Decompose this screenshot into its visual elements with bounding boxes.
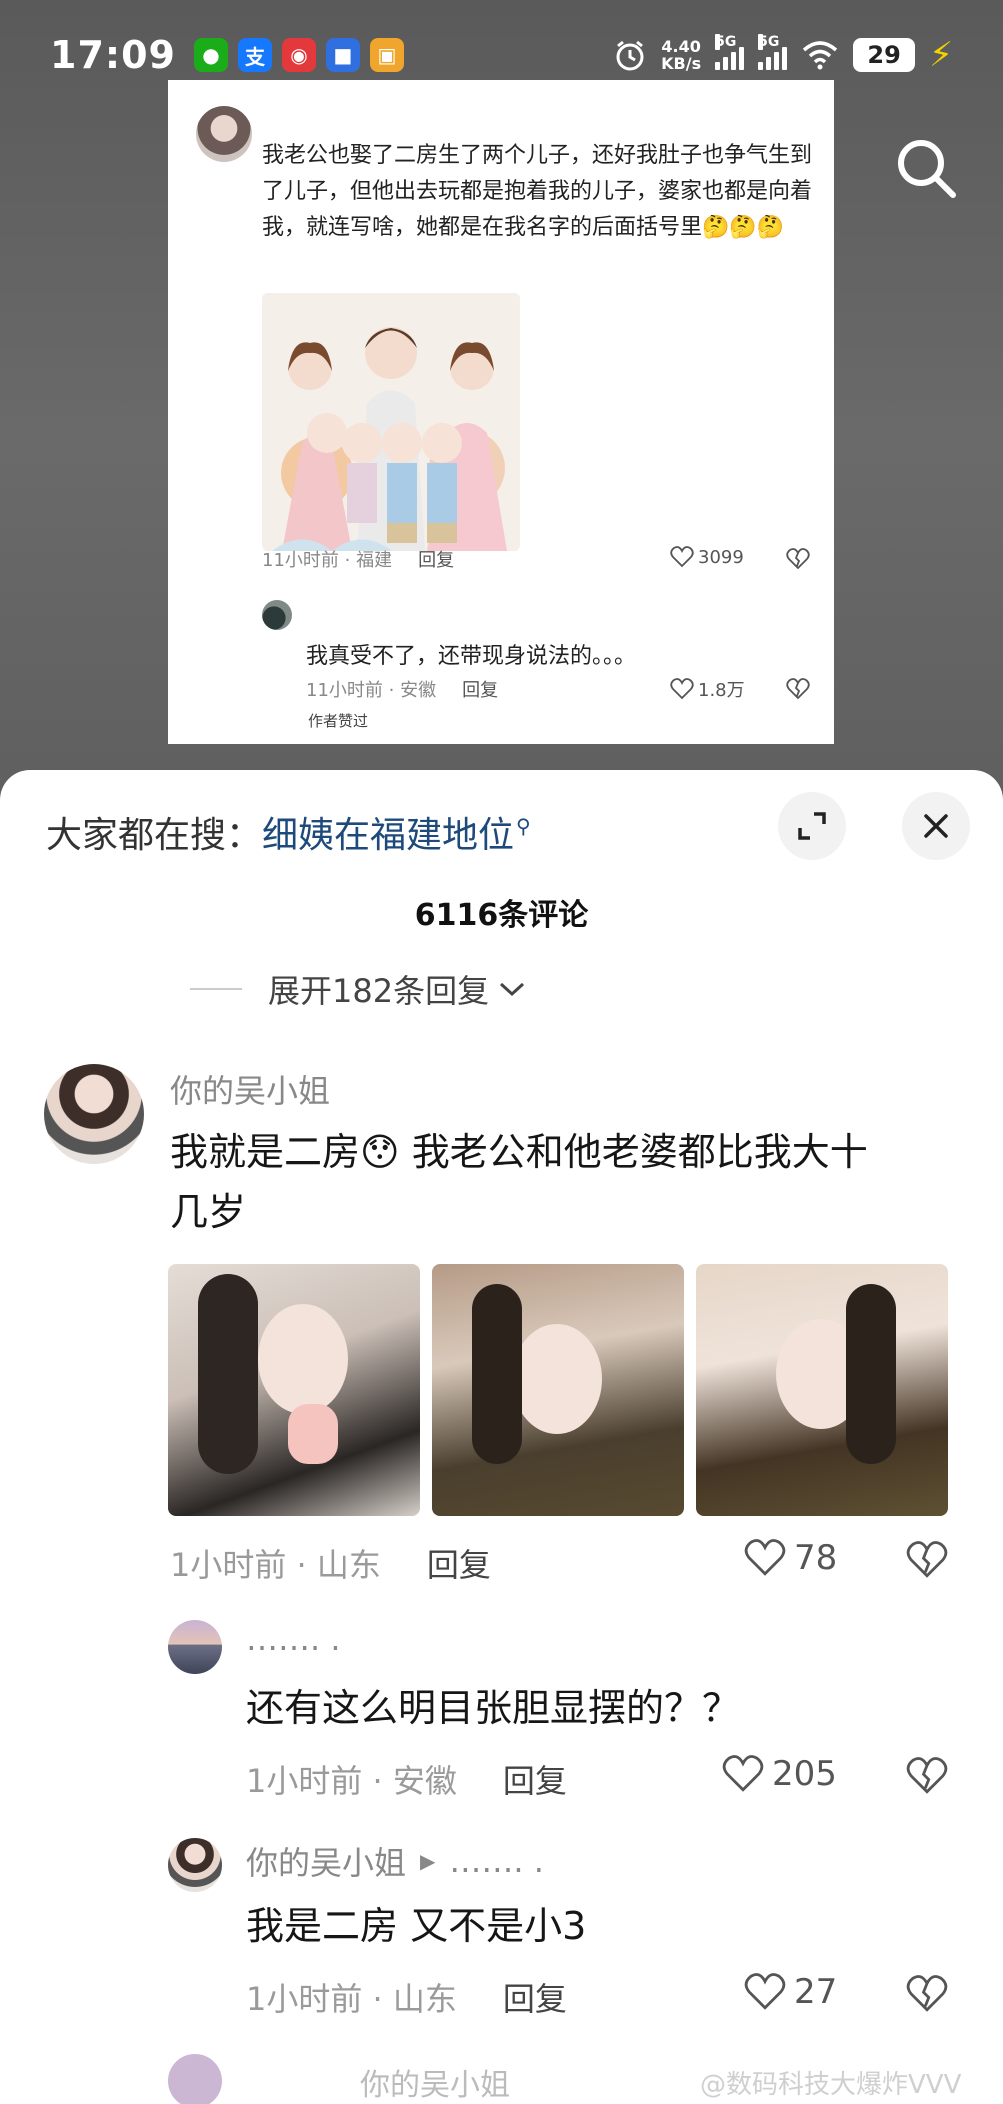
- reply-time: 1小时前 · 山东: [246, 1980, 457, 2018]
- wifi-icon: [802, 41, 838, 70]
- like-button[interactable]: 205: [722, 1754, 837, 1794]
- card-sub-meta: 11小时前 · 安徽 回复: [306, 676, 498, 702]
- card-meta: 11小时前 · 福建 回复: [262, 546, 454, 572]
- comment-text-line-1: 我就是二房😯 我老公和他老婆都比我大十: [170, 1130, 868, 1174]
- reply-to-username[interactable]: ……. .: [449, 1842, 544, 1880]
- card-sub-like: 1.8万: [670, 676, 745, 702]
- card-sub-like-count: 1.8万: [698, 680, 745, 701]
- expand-replies-label: 展开182条回复: [268, 972, 490, 1010]
- net-speed-unit: KB/s: [661, 54, 702, 73]
- expand-replies-button[interactable]: 展开182条回复: [190, 966, 527, 1012]
- reply-arrow-icon: ▶: [420, 1849, 436, 1873]
- close-icon: [924, 814, 948, 838]
- trending-search-hint[interactable]: 大家都在搜： 细姨在福建地位 ⚲: [46, 806, 531, 858]
- watermark: @数码科技大爆炸VVV: [700, 2070, 962, 2100]
- app-red-icon: ◉: [281, 38, 316, 72]
- status-indicators: 4.40 KB/s 5G 5G 29 ⚡: [613, 34, 953, 75]
- video-screenshot-card: 我老公也娶了二房生了两个儿子，还好我肚子也争气生到了儿子，但他出去玩都是抱着我的…: [168, 80, 834, 744]
- charging-icon: ⚡: [929, 35, 953, 75]
- status-time: 17:09: [50, 33, 176, 77]
- heart-icon: [744, 1539, 786, 1576]
- like-button[interactable]: 27: [744, 1972, 837, 2012]
- comment-photo-3[interactable]: [696, 1264, 948, 1516]
- reply-username[interactable]: 你的吴小姐: [246, 1838, 406, 1884]
- comment-meta: 1小时前 · 山东 回复: [170, 1540, 491, 1586]
- heart-icon: [744, 1973, 786, 2010]
- reply-button[interactable]: 回复: [503, 1756, 567, 1802]
- heart-icon: [670, 546, 694, 568]
- reply-text: 我是二房 又不是小3: [246, 1904, 587, 1948]
- battery-icon: 29: [853, 38, 916, 72]
- battery-level: 29: [867, 41, 901, 69]
- broken-heart-icon[interactable]: [906, 1974, 948, 2014]
- card-sub-reply-label: 回复: [462, 680, 499, 701]
- avatar[interactable]: [168, 1620, 222, 1674]
- broken-heart-icon: [786, 678, 810, 700]
- wechat-icon: ●: [193, 38, 228, 72]
- alipay-icon: 支: [237, 38, 272, 72]
- avatar[interactable]: [168, 1838, 222, 1892]
- net-speed: 4.40 KB/s: [661, 38, 701, 72]
- comment-text-line-2: 几岁: [170, 1190, 247, 1234]
- reply-username-row: 你的吴小姐 ▶ ……. .: [246, 1838, 544, 1884]
- like-count: 205: [772, 1754, 837, 1794]
- like-count: 78: [794, 1538, 838, 1578]
- signal-icon-2: 5G: [758, 34, 788, 70]
- comment-count: 6116条评论: [414, 898, 589, 933]
- app-blue-icon: ■: [325, 38, 360, 72]
- reply-username[interactable]: ……. .: [246, 1620, 341, 1658]
- comment-photo-1[interactable]: [168, 1264, 420, 1516]
- reply-text: 还有这么明目张胆显摆的？？: [246, 1686, 741, 1730]
- comment-time: 1小时前 · 山东: [170, 1546, 381, 1584]
- small-search-icon: ⚲: [516, 814, 531, 838]
- card-sub-comment: 我真受不了，还带现身说法的。。。: [306, 644, 637, 669]
- broken-heart-icon[interactable]: [906, 1540, 948, 1580]
- like-button[interactable]: 78: [744, 1538, 837, 1578]
- broken-heart-icon[interactable]: [906, 1756, 948, 1796]
- app-orange-icon: ▣: [369, 38, 404, 72]
- signal-icon-1: 5G: [715, 34, 745, 70]
- reply-meta: 1小时前 · 山东 回复: [246, 1974, 567, 2020]
- reply-meta: 1小时前 · 安徽 回复: [246, 1756, 567, 1802]
- reply-button[interactable]: 回复: [503, 1974, 567, 2020]
- search-icon[interactable]: [893, 135, 959, 201]
- status-app-icons: ● 支 ◉ ■ ▣: [193, 38, 404, 72]
- heart-icon: [670, 678, 694, 700]
- card-like-count: 3099: [698, 546, 744, 568]
- net-speed-value: 4.40: [661, 37, 701, 56]
- card-sub-avatar: [262, 600, 292, 630]
- divider-line: [190, 988, 242, 990]
- comment-photo-2[interactable]: [432, 1264, 684, 1516]
- card-like: 3099: [670, 546, 744, 568]
- trending-search-term[interactable]: 细姨在福建地位: [262, 806, 514, 858]
- video-area[interactable]: 17:09 ● 支 ◉ ■ ▣ 4.40 KB/s 5G 5G 29 ⚡ 我老公…: [0, 0, 1003, 800]
- reply-time: 1小时前 · 安徽: [246, 1762, 457, 1800]
- card-meta-time: 11小时前 · 福建: [262, 550, 393, 571]
- card-reply-label: 回复: [418, 550, 455, 571]
- chevron-down-icon: [500, 982, 525, 997]
- alarm-icon: [616, 40, 644, 71]
- expand-button[interactable]: [778, 792, 846, 860]
- comment-text: 我就是二房😯 我老公和他老婆都比我大十 几岁: [170, 1122, 868, 1242]
- card-avatar: [196, 106, 252, 162]
- heart-icon: [722, 1755, 764, 1792]
- next-reply-username[interactable]: 你的吴小姐: [360, 2060, 510, 2104]
- comment-sheet: 大家都在搜： 细姨在福建地位 ⚲ 6116条评论 展开182条回复 你的吴小姐 …: [0, 770, 1003, 2104]
- expand-icon: [798, 812, 826, 840]
- avatar[interactable]: [168, 2054, 222, 2104]
- close-button[interactable]: [902, 792, 970, 860]
- reply-button[interactable]: 回复: [427, 1540, 491, 1586]
- comment-username[interactable]: 你的吴小姐: [170, 1066, 330, 1112]
- signal-label-1: 5G: [715, 34, 737, 50]
- card-comment-text: 我老公也娶了二房生了两个儿子，还好我肚子也争气生到了儿子，但他出去玩都是抱着我的…: [262, 143, 813, 240]
- avatar[interactable]: [44, 1064, 144, 1164]
- trending-search-label: 大家都在搜：: [46, 815, 263, 856]
- signal-label-2: 5G: [758, 34, 780, 50]
- author-liked-badge: 作者赞过: [308, 712, 369, 730]
- family-illustration-image: [262, 293, 520, 551]
- like-count: 27: [794, 1972, 838, 2012]
- card-sub-meta-time: 11小时前 · 安徽: [306, 680, 437, 701]
- broken-heart-icon: [786, 548, 810, 570]
